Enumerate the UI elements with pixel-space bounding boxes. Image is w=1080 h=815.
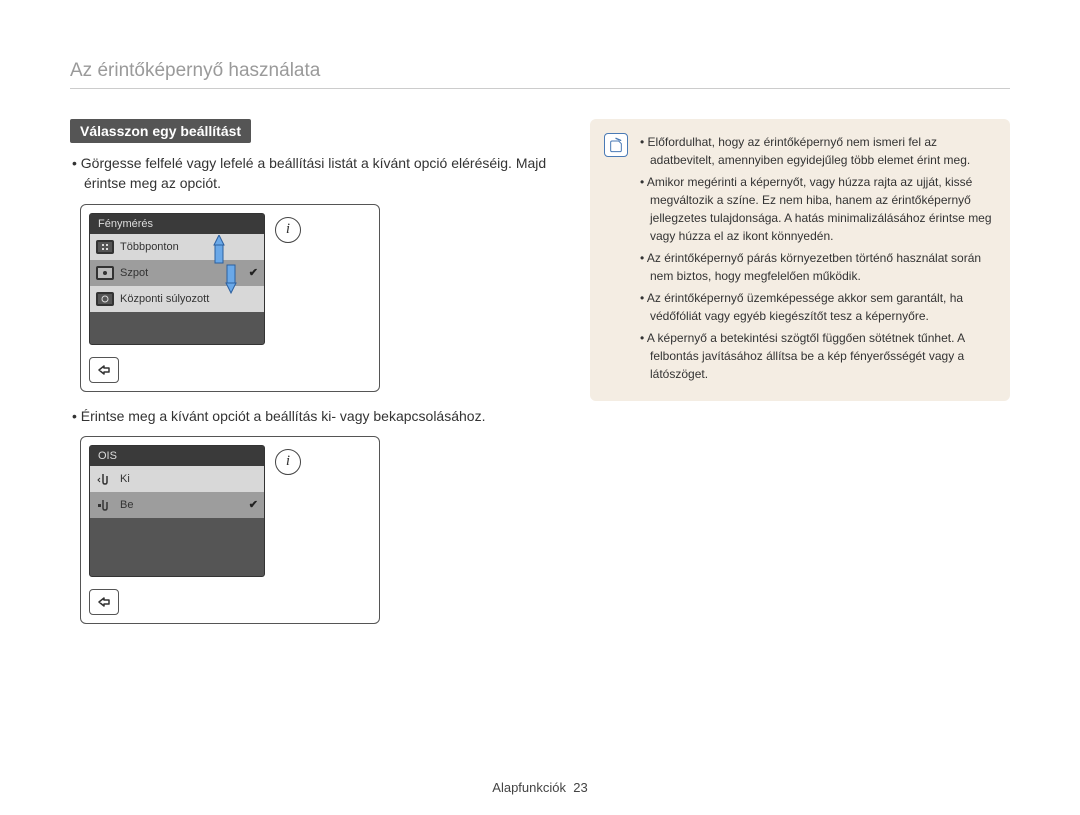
check-icon: ✔ — [249, 498, 258, 511]
note-icon — [604, 133, 628, 157]
back-icon — [95, 363, 113, 377]
footer-section: Alapfunkciók — [492, 780, 566, 795]
page-footer: Alapfunkciók 23 — [0, 780, 1080, 795]
note-item: Az érintőképernyő üzemképessége akkor se… — [640, 289, 992, 325]
back-button[interactable] — [89, 589, 119, 615]
list-item[interactable]: Többponton — [90, 234, 264, 260]
note-item: Amikor megérinti a képernyőt, vagy húzza… — [640, 173, 992, 245]
screen-header-1: Fénymérés — [90, 214, 264, 234]
instruction-2: Érintse meg a kívánt opciót a beállítás … — [84, 406, 550, 426]
check-icon: ✔ — [249, 266, 258, 279]
page-header: Az érintőképernyő használata — [70, 60, 1010, 89]
device-frame-2: OIS Ki Be ✔ i — [80, 436, 380, 624]
back-icon — [95, 595, 113, 609]
note-item: Előfordulhat, hogy az érintőképernyő nem… — [640, 133, 992, 169]
metering-multi-icon — [96, 240, 114, 254]
list-item[interactable]: Szpot ✔ — [90, 260, 264, 286]
list-item-label: Be — [120, 499, 133, 511]
note-box: Előfordulhat, hogy az érintőképernyő nem… — [590, 119, 1010, 401]
list-item[interactable]: Ki — [90, 466, 264, 492]
metering-center-icon — [96, 292, 114, 306]
footer-page: 23 — [573, 780, 587, 795]
note-item: A képernyő a betekintési szögtől függően… — [640, 329, 992, 383]
info-button[interactable]: i — [275, 217, 301, 243]
device-screen-2[interactable]: OIS Ki Be ✔ — [89, 445, 265, 577]
list-item-label: Központi súlyozott — [120, 293, 209, 305]
ois-off-icon — [96, 472, 114, 486]
device-screen-1[interactable]: Fénymérés Többponton Szpot ✔ — [89, 213, 265, 345]
instruction-1: Görgesse felfelé vagy lefelé a beállítás… — [84, 153, 550, 194]
ois-on-icon — [96, 498, 114, 512]
note-item: Az érintőképernyő párás környezetben tör… — [640, 249, 992, 285]
list-item-label: Ki — [120, 473, 130, 485]
metering-spot-icon — [96, 266, 114, 280]
list-item[interactable]: Központi súlyozott — [90, 286, 264, 312]
section-label: Válasszon egy beállítást — [70, 119, 251, 143]
list-item[interactable]: Be ✔ — [90, 492, 264, 518]
list-item-label: Szpot — [120, 267, 148, 279]
back-button[interactable] — [89, 357, 119, 383]
device-frame-1: Fénymérés Többponton Szpot ✔ — [80, 204, 380, 392]
list-item-label: Többponton — [120, 241, 179, 253]
screen-header-2: OIS — [90, 446, 264, 466]
info-button[interactable]: i — [275, 449, 301, 475]
